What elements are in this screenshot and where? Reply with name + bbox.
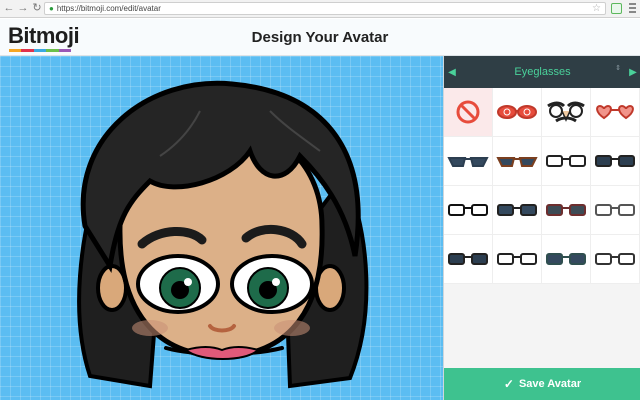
updown-icon: ⇕	[615, 65, 621, 72]
eyeglasses-icon	[595, 204, 635, 216]
eyeglasses-option-clear-thin[interactable]	[542, 137, 591, 186]
eyeglasses-icon	[448, 253, 488, 265]
eyeglasses-option-dark-rect[interactable]	[591, 137, 640, 186]
category-bar: ◀ Eyeglasses ⇕ ▶	[444, 56, 640, 88]
next-category-icon[interactable]: ▶	[625, 56, 640, 88]
app-header: Bitmoji Design Your Avatar	[0, 19, 640, 56]
category-label: Eyeglasses	[514, 66, 571, 78]
eyeglasses-icon	[596, 104, 634, 120]
eyeglasses-icon	[496, 157, 538, 167]
logo-color-bar	[9, 49, 72, 52]
eyeglasses-option-cat-eye-dark[interactable]	[444, 137, 493, 186]
eyeglasses-option-tint-dark[interactable]	[493, 186, 542, 235]
eyeglasses-option-tint-teal[interactable]	[542, 235, 591, 284]
url-bar[interactable]: ● https://bitmoji.com/edit/avatar ☆	[44, 2, 606, 15]
eyeglasses-option-none[interactable]	[444, 88, 493, 137]
eyeglasses-icon	[547, 101, 585, 123]
eyeglasses-icon	[595, 155, 635, 167]
reload-icon[interactable]: ↻	[30, 2, 44, 16]
page-title: Design Your Avatar	[251, 29, 389, 46]
eyeglasses-icon	[546, 155, 586, 167]
eyeglasses-icon	[497, 204, 537, 216]
bookmark-star-icon[interactable]: ☆	[592, 3, 601, 14]
eyeglasses-option-clear-silver[interactable]	[591, 186, 640, 235]
browser-menu-icon[interactable]	[627, 2, 637, 14]
eyeglasses-option-heart[interactable]	[591, 88, 640, 137]
lock-icon: ●	[49, 4, 54, 13]
eyeglasses-option-clear-grey[interactable]	[591, 235, 640, 284]
eyeglasses-icon	[595, 253, 635, 265]
avatar-canvas	[0, 56, 443, 400]
eyeglasses-option-groucho[interactable]	[542, 88, 591, 137]
eyeglasses-option-clear-rim[interactable]	[493, 235, 542, 284]
logo-color-swatch	[9, 49, 22, 52]
save-avatar-button[interactable]: ✓ Save Avatar	[444, 368, 640, 400]
eyeglasses-icon	[497, 105, 537, 119]
customization-panel: ◀ Eyeglasses ⇕ ▶ ✓ Save Avatar	[443, 56, 640, 400]
eyeglasses-option-shades-black[interactable]	[444, 235, 493, 284]
eyeglasses-icon	[447, 157, 489, 167]
eyeglasses-option-red-swirl[interactable]	[493, 88, 542, 137]
eyeglasses-icon	[546, 204, 586, 216]
eyeglasses-option-clear-black[interactable]	[444, 186, 493, 235]
browser-toolbar: ← → ↻ ● https://bitmoji.com/edit/avatar …	[0, 0, 640, 18]
logo-color-swatch	[46, 49, 59, 52]
eyeglasses-option-cat-eye-brown[interactable]	[493, 137, 542, 186]
eyeglasses-icon	[546, 253, 586, 265]
avatar-illustration	[77, 80, 369, 389]
logo-color-swatch	[33, 49, 47, 52]
check-icon: ✓	[503, 377, 514, 391]
category-select[interactable]: Eyeglasses ⇕	[460, 56, 625, 88]
extension-icon[interactable]	[611, 3, 622, 14]
url-text: https://bitmoji.com/edit/avatar	[56, 4, 161, 13]
logo-color-swatch	[21, 49, 34, 52]
back-icon[interactable]: ←	[2, 2, 16, 16]
prev-category-icon[interactable]: ◀	[444, 56, 460, 88]
no-entry-icon	[456, 100, 480, 124]
logo-color-swatch	[58, 49, 72, 52]
forward-icon[interactable]: →	[16, 2, 30, 16]
eyeglasses-option-tint-brown[interactable]	[542, 186, 591, 235]
save-avatar-label: Save Avatar	[518, 378, 582, 390]
eyeglasses-grid	[444, 88, 640, 284]
eyeglasses-icon	[497, 253, 537, 265]
eyeglasses-icon	[448, 204, 488, 216]
